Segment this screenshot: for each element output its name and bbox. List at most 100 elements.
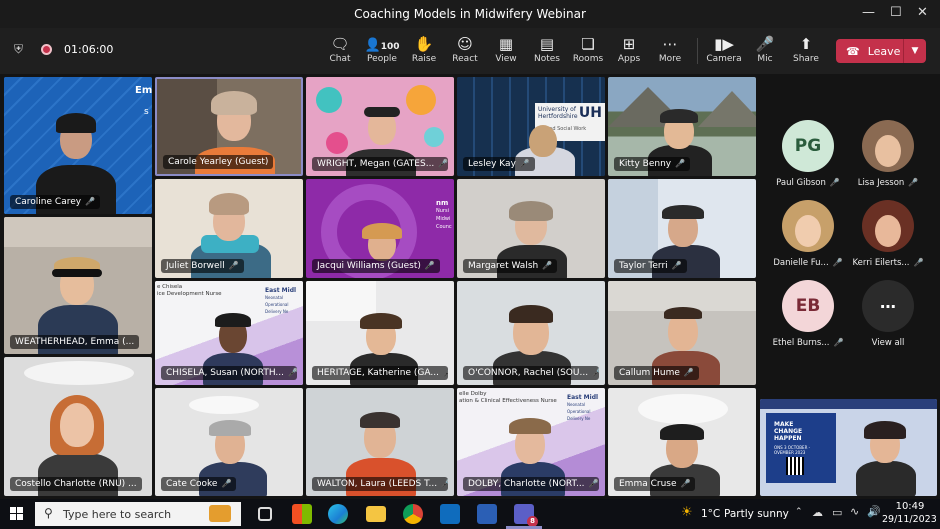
- mic-button[interactable]: 🎤 Mic: [747, 34, 783, 64]
- chat-icon: 🗨: [330, 35, 350, 53]
- chevron-down-icon[interactable]: ▼: [904, 46, 926, 56]
- mic-off-icon: 🎤: [675, 159, 686, 168]
- minimize-icon[interactable]: —: [862, 5, 875, 20]
- roster-name: Kerri Eilerts... 🎤: [852, 258, 924, 268]
- weather-text[interactable]: Partly sunny: [724, 508, 789, 520]
- weather-temp[interactable]: 1°C: [701, 508, 720, 520]
- participant-tile[interactable]: Costello Charlotte (RNU) ...: [4, 357, 152, 496]
- camera-button[interactable]: ▮▶ Camera: [706, 34, 742, 64]
- avatar[interactable]: PG: [782, 120, 834, 172]
- participant-name: Carole Yearley (Guest): [163, 155, 274, 169]
- shared-screen-thumbnail[interactable]: MAKE CHANGE HAPPEN ONS 3 OCTOBER - OVEMBER …: [760, 399, 937, 496]
- participant-tile[interactable]: elle Dolby ation & Clinical Effectiveness…: [457, 388, 605, 496]
- chevron-up-icon[interactable]: ⌃: [795, 507, 803, 517]
- mic-off-icon: 🎤: [288, 368, 297, 377]
- slide-caption: elle Dolby ation & Clinical Effectiveness…: [459, 391, 557, 404]
- avatar[interactable]: [862, 120, 914, 172]
- view-icon: ▦: [498, 35, 514, 53]
- avatar[interactable]: EB: [782, 280, 834, 332]
- view-all-label[interactable]: View all: [838, 338, 938, 348]
- task-view-icon[interactable]: [258, 507, 272, 521]
- clock-date[interactable]: 29/11/2023: [882, 514, 937, 525]
- participant-tile[interactable]: WALTON, Laura (LEEDS T... 🎤: [306, 388, 454, 496]
- outlook-icon[interactable]: [440, 504, 460, 524]
- em-logo: East Midl Neonatal Operational Delivery N…: [265, 287, 297, 314]
- raise-hand-icon: ✋: [414, 35, 434, 53]
- meeting-timer: 01:06:00: [64, 43, 114, 56]
- participant-name: Callum Hume 🎤: [614, 366, 699, 380]
- network-icon[interactable]: ▭: [832, 506, 842, 519]
- mic-off-icon: 🎤: [913, 258, 924, 267]
- participant-name: CHISELA, Susan (NORTH... 🎤: [161, 366, 297, 380]
- cloud-icon[interactable]: ☁: [812, 506, 823, 519]
- participant-tile[interactable]: Juliet Borwell 🎤: [155, 179, 303, 278]
- participant-tile[interactable]: University of Hertfordshire UH lth and S…: [457, 77, 605, 176]
- close-icon[interactable]: ✕: [917, 5, 928, 20]
- word-icon[interactable]: [477, 504, 497, 524]
- em-logo: East Midl Neonatal Operational Delivery N…: [567, 394, 599, 421]
- mic-off-icon: 🎤: [683, 368, 694, 377]
- participant-tile[interactable]: WRIGHT, Megan (GATES... 🎤: [306, 77, 454, 176]
- edge-icon[interactable]: [328, 504, 348, 524]
- file-explorer-icon[interactable]: [366, 506, 386, 522]
- participant-name: Taylor Terri 🎤: [614, 259, 687, 273]
- participant-tile[interactable]: Cate Cooke 🎤: [155, 388, 303, 496]
- wifi-icon[interactable]: ∿: [850, 505, 859, 518]
- store-icon[interactable]: [292, 504, 312, 524]
- raise-button[interactable]: ✋ Raise: [406, 34, 442, 64]
- participant-name: Juliet Borwell 🎤: [161, 259, 244, 273]
- camera-icon: ▮▶: [714, 35, 734, 53]
- participant-name: Margaret Walsh 🎤: [463, 259, 558, 273]
- participant-name: Jacqui Williams (Guest) 🎤: [312, 259, 440, 273]
- rooms-button[interactable]: ❏ Rooms: [570, 34, 606, 64]
- chat-button[interactable]: 🗨 Chat: [322, 34, 358, 64]
- participant-name: Emma Cruse 🎤: [614, 477, 696, 491]
- taskbar-search-input[interactable]: ⚲ Type here to search: [35, 502, 241, 526]
- leave-button[interactable]: ☎ Leave ▼: [836, 39, 926, 63]
- participant-name: WEATHERHEAD, Emma (...: [10, 335, 140, 349]
- participant-tile[interactable]: Em s Caroline Carey 🎤: [4, 77, 152, 214]
- participant-name: Costello Charlotte (RNU) ...: [10, 477, 142, 491]
- participant-tile[interactable]: WEATHERHEAD, Emma (...: [4, 217, 152, 354]
- volume-icon[interactable]: 🔊: [867, 505, 881, 518]
- participant-tile[interactable]: Margaret Walsh 🎤: [457, 179, 605, 278]
- avatar[interactable]: [782, 200, 834, 252]
- avatar[interactable]: [862, 200, 914, 252]
- view-button[interactable]: ▦ View: [488, 34, 524, 64]
- shield-icon: ⛨: [14, 42, 24, 56]
- chrome-icon[interactable]: [403, 504, 423, 524]
- share-icon: ⬆: [799, 35, 813, 53]
- mic-off-icon: 🎤: [588, 479, 599, 488]
- apps-button[interactable]: ⊞ Apps: [611, 34, 647, 64]
- view-all-button[interactable]: ⋯: [862, 280, 914, 332]
- participant-tile-active-speaker[interactable]: Carole Yearley (Guest): [155, 77, 303, 176]
- windows-start-icon[interactable]: [10, 507, 23, 520]
- maximize-icon[interactable]: ☐: [890, 5, 902, 20]
- mic-off-icon: 🎤: [441, 479, 448, 488]
- participant-tile[interactable]: HERITAGE, Katherine (GA... 🎤: [306, 281, 454, 385]
- people-button[interactable]: 👤100 People: [362, 34, 402, 64]
- participant-tile[interactable]: Callum Hume 🎤: [608, 281, 756, 385]
- participant-tile[interactable]: Taylor Terri 🎤: [608, 179, 756, 278]
- notes-button[interactable]: ▤ Notes: [529, 34, 565, 64]
- clock-time[interactable]: 10:49: [888, 501, 932, 512]
- participant-tile[interactable]: nm Nursi Midwi Counc Jacqui Williams (Gue…: [306, 179, 454, 278]
- teams-icon[interactable]: 8: [514, 504, 538, 527]
- mic-off-icon: 🎤: [438, 159, 448, 168]
- share-button[interactable]: ⬆ Share: [788, 34, 824, 64]
- more-button[interactable]: ⋯ More: [652, 34, 688, 64]
- notes-icon: ▤: [539, 35, 555, 53]
- participant-name: WALTON, Laura (LEEDS T... 🎤: [312, 477, 448, 491]
- react-button[interactable]: ☺ React: [447, 34, 483, 64]
- participant-tile[interactable]: O'CONNOR, Rachel (SOU... 🎤: [457, 281, 605, 385]
- participant-tile[interactable]: Emma Cruse 🎤: [608, 388, 756, 496]
- recording-icon: [41, 44, 53, 55]
- weather-icon[interactable]: ☀: [681, 505, 693, 520]
- phone-icon: ☎: [846, 44, 860, 58]
- participant-tile[interactable]: e Chisela ice Development Nurse East Midl…: [155, 281, 303, 385]
- participant-name: Kitty Benny 🎤: [614, 157, 691, 171]
- participant-name: Cate Cooke 🎤: [161, 477, 237, 491]
- banner-text: MAKE CHANGE HAPPEN: [774, 421, 803, 442]
- roster-name: Lisa Jesson 🎤: [857, 178, 919, 188]
- participant-tile[interactable]: Kitty Benny 🎤: [608, 77, 756, 176]
